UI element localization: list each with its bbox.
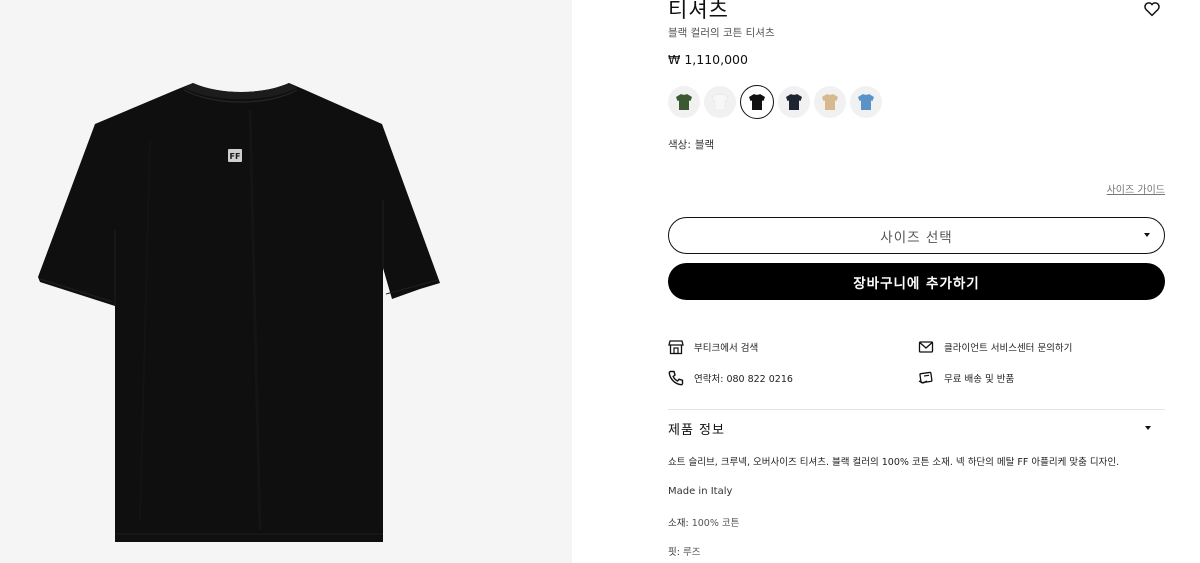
product-description: 쇼트 슬리브, 크루넥, 오버사이즈 티셔츠. 블랙 컬러의 100% 코튼 소… xyxy=(668,457,1120,468)
add-to-cart-button[interactable]: 장바구니에 추가하기 xyxy=(668,263,1165,300)
color-swatch-navy[interactable] xyxy=(778,86,810,118)
material-value: 100% 코튼 xyxy=(691,518,740,529)
tshirt-thumbnail xyxy=(786,94,802,110)
client-service-link[interactable]: 클라이언트 서비스센터 문의하기 xyxy=(918,339,1072,355)
color-swatch-white[interactable] xyxy=(704,86,736,118)
product-image[interactable]: FF xyxy=(0,0,572,563)
product-price: ₩ 1,110,000 xyxy=(668,52,748,67)
product-title: 티셔츠 xyxy=(668,0,729,22)
product-info: 티셔츠 블랙 컬러의 코튼 티셔츠 ₩ 1,110,000 색상: 블랙 사이즈 … xyxy=(668,0,1165,563)
client-service-label: 클라이언트 서비스센터 문의하기 xyxy=(944,343,1073,354)
add-to-cart-label: 장바구니에 추가하기 xyxy=(853,275,980,292)
color-swatch-black[interactable] xyxy=(740,85,774,119)
color-label: 색상: xyxy=(668,139,691,151)
boutique-search-link[interactable]: 부티크에서 검색 xyxy=(668,339,758,355)
fit-label: 핏: xyxy=(668,547,680,558)
fit-value: 루즈 xyxy=(682,547,701,558)
selected-color: 색상: 블랙 xyxy=(668,137,714,152)
heart-icon[interactable] xyxy=(1143,0,1161,18)
size-guide-link[interactable]: 사이즈 가이드 xyxy=(1107,181,1165,196)
color-swatch-beige[interactable] xyxy=(814,86,846,118)
color-swatch-green[interactable] xyxy=(668,86,700,118)
store-icon xyxy=(668,340,684,355)
product-subtitle: 블랙 컬러의 코튼 티셔츠 xyxy=(668,27,775,39)
phone-icon xyxy=(668,370,684,386)
delivery-icon xyxy=(918,371,933,384)
product-details-toggle[interactable]: 제품 정보 xyxy=(668,418,1165,438)
tshirt-thumbnail xyxy=(749,94,765,110)
shipping-link[interactable]: 무료 배송 및 반품 xyxy=(918,370,1014,386)
phone-link[interactable]: 연락처: 080 822 0216 xyxy=(668,370,793,386)
chevron-down-icon xyxy=(1144,233,1150,237)
material-label: 소재: xyxy=(668,518,689,529)
size-select[interactable]: 사이즈 선택 xyxy=(668,217,1165,254)
product-details-heading: 제품 정보 xyxy=(668,422,725,438)
color-value: 블랙 xyxy=(694,139,715,151)
tshirt-thumbnail xyxy=(711,93,729,111)
fit-spec: 핏: 루즈 xyxy=(668,544,700,558)
color-swatch-blue[interactable] xyxy=(850,86,882,118)
divider xyxy=(668,409,1165,410)
shipping-label: 무료 배송 및 반품 xyxy=(944,374,1015,385)
svg-text:FF: FF xyxy=(230,152,241,161)
color-swatches xyxy=(668,85,882,119)
size-select-label: 사이즈 선택 xyxy=(880,229,953,246)
phone-label: 연락처: 080 822 0216 xyxy=(694,374,793,385)
tshirt-image: FF xyxy=(38,83,440,542)
boutique-search-label: 부티크에서 검색 xyxy=(694,343,759,354)
chevron-down-icon xyxy=(1145,426,1151,430)
tshirt-thumbnail xyxy=(858,94,874,110)
tshirt-thumbnail xyxy=(676,94,692,110)
mail-icon xyxy=(918,341,934,353)
made-in: Made in Italy xyxy=(668,486,733,497)
material-spec: 소재: 100% 코튼 xyxy=(668,515,739,529)
tshirt-thumbnail xyxy=(822,94,838,110)
